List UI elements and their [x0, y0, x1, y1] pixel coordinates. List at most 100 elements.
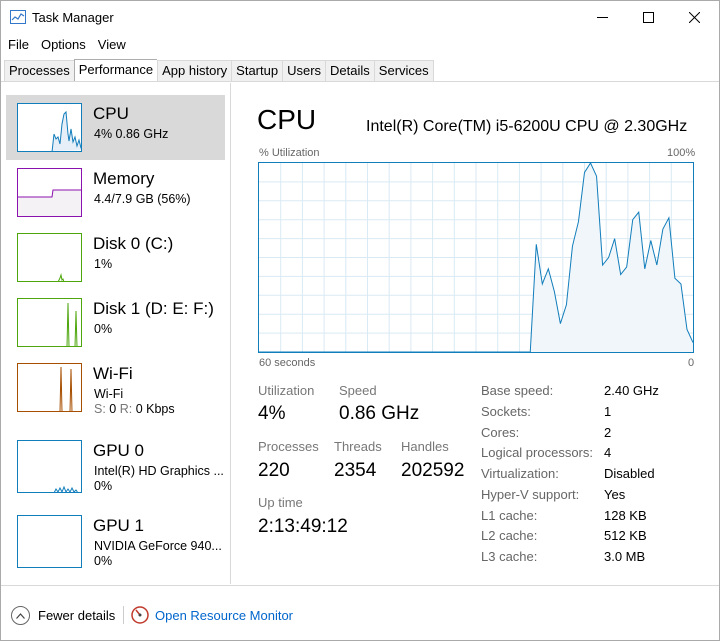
open-resource-monitor-label: Open Resource Monitor	[155, 607, 294, 623]
cpu-mini-graph	[17, 103, 82, 152]
sidebar-item-name: Disk 1 (D: E: F:)	[93, 299, 214, 318]
handles-label: Handles	[401, 439, 449, 454]
spec-value: Yes	[604, 487, 626, 502]
minimize-icon	[596, 16, 608, 18]
threads-value: 2354	[334, 460, 377, 481]
spec-label: Virtualization:	[481, 466, 559, 481]
spec-value: 4	[604, 445, 612, 460]
wifi-mini-graph	[17, 363, 82, 412]
footer-separator	[123, 606, 124, 624]
sidebar-item-sub2: S: 0 R: 0 Kbps	[94, 402, 175, 416]
chevron-up-icon	[11, 606, 30, 625]
spec-value: 3.0 MB	[604, 549, 646, 564]
menu-view[interactable]: View	[92, 35, 132, 55]
speed-value: 0.86 GHz	[339, 403, 420, 424]
resource-sidebar: CPU 4% 0.86 GHz Memory 4.4/7.9 GB (56%) …	[1, 83, 231, 584]
sidebar-item-disk-1[interactable]: Disk 1 (D: E: F:) 0%	[6, 290, 225, 355]
sidebar-item-sub: NVIDIA GeForce 940...	[94, 539, 222, 553]
sidebar-item-sub: Wi-Fi	[94, 387, 124, 401]
tab-users[interactable]: Users	[282, 60, 326, 82]
graph-time-end-label: 0	[688, 357, 695, 369]
utilization-value: 4%	[258, 403, 286, 424]
processes-label: Processes	[258, 439, 319, 454]
fewer-details-label: Fewer details	[38, 608, 116, 623]
uptime-value: 2:13:49:12	[258, 516, 348, 537]
sidebar-item-name: Wi-Fi	[93, 364, 133, 383]
close-icon	[688, 11, 700, 23]
sidebar-item-name: GPU 0	[93, 441, 145, 460]
utilization-label: Utilization	[258, 383, 315, 398]
sidebar-item-gpu-1[interactable]: GPU 1 NVIDIA GeForce 940... 0%	[6, 507, 225, 572]
sidebar-item-sub: 1%	[94, 257, 113, 271]
spec-value: 1	[604, 404, 612, 419]
spec-label: L1 cache:	[481, 508, 538, 523]
graph-y-max-label: 100%	[667, 147, 696, 159]
spec-value: 2.40 GHz	[604, 383, 659, 398]
sidebar-item-sub: Intel(R) HD Graphics ...	[94, 464, 224, 478]
menu-bar: File Options View	[1, 35, 132, 55]
sidebar-item-disk-0[interactable]: Disk 0 (C:) 1%	[6, 225, 225, 290]
maximize-button[interactable]	[625, 1, 671, 33]
speed-label: Speed	[339, 383, 377, 398]
task-manager-icon	[10, 10, 26, 24]
sidebar-item-sub: 0%	[94, 322, 113, 336]
sidebar-item-name: Disk 0 (C:)	[93, 234, 174, 253]
tab-details[interactable]: Details	[325, 60, 374, 82]
handles-value: 202592	[401, 460, 465, 481]
tab-strip: Processes Performance App history Startu…	[4, 59, 434, 82]
menu-options[interactable]: Options	[35, 35, 92, 55]
menu-file[interactable]: File	[1, 35, 35, 55]
cpu-model-name: Intel(R) Core(TM) i5-6200U CPU @ 2.30GHz	[366, 118, 688, 135]
spec-value: Disabled	[604, 466, 655, 481]
open-resource-monitor-link[interactable]: Open Resource Monitor	[131, 606, 293, 624]
cpu-utilization-graph	[258, 161, 694, 353]
page-title: CPU	[257, 104, 317, 135]
footer-bar: Fewer details Open Resource Monitor	[1, 585, 719, 641]
spec-label: L3 cache:	[481, 549, 538, 564]
sidebar-item-sub2: 0%	[94, 554, 113, 568]
spec-label: L2 cache:	[481, 528, 538, 543]
tab-services[interactable]: Services	[373, 60, 434, 82]
gpu-0-mini-graph	[17, 440, 82, 493]
close-button[interactable]	[671, 1, 717, 33]
cpu-utilization-plot	[259, 161, 694, 353]
tab-divider	[1, 81, 719, 82]
spec-label: Logical processors:	[481, 445, 593, 460]
gpu-1-mini-graph	[17, 515, 82, 568]
minimize-button[interactable]	[579, 1, 625, 33]
sidebar-item-sub: 4% 0.86 GHz	[94, 127, 169, 141]
title-bar[interactable]: Task Manager	[1, 1, 719, 33]
sidebar-item-name: GPU 1	[93, 516, 145, 535]
graph-time-span-label: 60 seconds	[259, 357, 316, 369]
sidebar-item-memory[interactable]: Memory 4.4/7.9 GB (56%)	[6, 160, 225, 225]
resource-monitor-icon	[131, 606, 149, 624]
window-title: Task Manager	[32, 10, 114, 25]
tab-performance[interactable]: Performance	[73, 59, 158, 82]
spec-label: Base speed:	[481, 383, 554, 398]
disk-0-mini-graph	[17, 233, 82, 282]
spec-label: Hyper-V support:	[481, 487, 580, 502]
sidebar-item-name: CPU	[93, 104, 129, 123]
spec-label: Cores:	[481, 425, 520, 440]
tab-app-history[interactable]: App history	[157, 60, 232, 82]
fewer-details-button[interactable]: Fewer details	[11, 606, 115, 625]
sidebar-item-sub2: 0%	[94, 479, 113, 493]
processes-value: 220	[258, 460, 290, 481]
task-manager-window: Task Manager File Options View Processes…	[0, 0, 720, 641]
uptime-label: Up time	[258, 495, 303, 510]
spec-label: Sockets:	[481, 404, 531, 419]
sidebar-item-sub: 4.4/7.9 GB (56%)	[94, 192, 191, 206]
memory-mini-graph	[17, 168, 82, 217]
spec-value: 128 KB	[604, 508, 647, 523]
tab-startup[interactable]: Startup	[231, 60, 283, 82]
tab-processes[interactable]: Processes	[4, 60, 74, 82]
sidebar-item-name: Memory	[93, 169, 155, 188]
spec-value: 512 KB	[604, 528, 647, 543]
sidebar-item-cpu[interactable]: CPU 4% 0.86 GHz	[6, 95, 225, 160]
sidebar-item-gpu-0[interactable]: GPU 0 Intel(R) HD Graphics ... 0%	[6, 432, 225, 497]
maximize-icon	[642, 11, 654, 23]
sidebar-item-wifi[interactable]: Wi-Fi Wi-Fi S: 0 R: 0 Kbps	[6, 355, 225, 420]
disk-1-mini-graph	[17, 298, 82, 347]
graph-y-label: % Utilization	[259, 147, 320, 159]
threads-label: Threads	[334, 439, 382, 454]
